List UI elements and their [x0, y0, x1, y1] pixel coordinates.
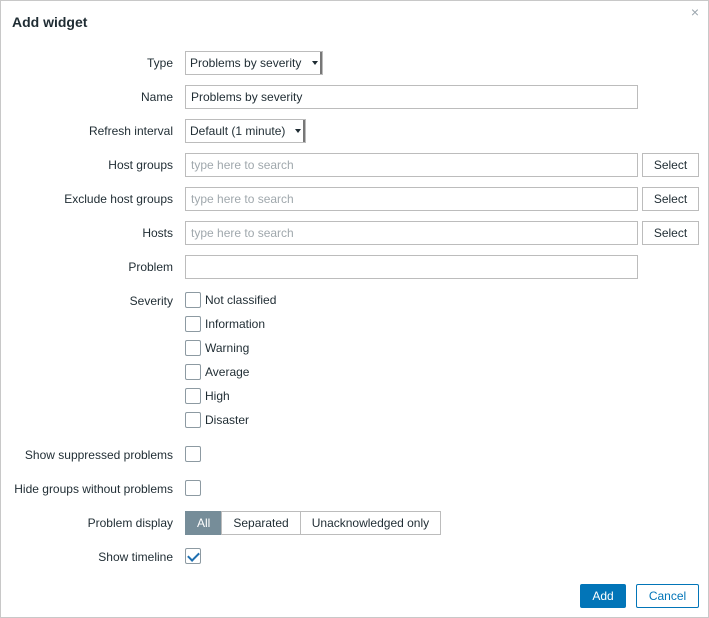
refresh-interval-value: Default (1 minute) — [190, 124, 286, 138]
severity-disaster-label: Disaster — [205, 413, 250, 427]
severity-warning-label: Warning — [205, 341, 250, 355]
problem-display-separated-option[interactable]: Separated — [221, 511, 301, 535]
severity-label: Severity — [129, 294, 173, 308]
type-select[interactable]: Problems by severity — [185, 51, 323, 75]
problem-display-unacknowledged-option[interactable]: Unacknowledged only — [299, 511, 442, 535]
severity-average-checkbox[interactable] — [185, 364, 201, 380]
show-timeline-label: Show timeline — [98, 550, 173, 564]
exclude-host-groups-label: Exclude host groups — [64, 192, 173, 206]
add-widget-dialog: Add widget × Type Problems by severity N… — [0, 0, 709, 618]
problem-display-label: Problem display — [87, 516, 173, 530]
severity-not-classified-checkbox[interactable] — [185, 292, 201, 308]
exclude-host-groups-input[interactable]: type here to search — [185, 187, 638, 211]
severity-disaster-checkbox[interactable] — [185, 412, 201, 428]
hosts-input[interactable]: type here to search — [185, 221, 638, 245]
dialog-title: Add widget — [12, 14, 88, 30]
exclude-host-groups-select-button[interactable]: Select — [642, 187, 699, 211]
refresh-interval-select[interactable]: Default (1 minute) — [185, 119, 306, 143]
hide-groups-label: Hide groups without problems — [14, 482, 173, 496]
severity-information-checkbox[interactable] — [185, 316, 201, 332]
host-groups-select-button[interactable]: Select — [642, 153, 699, 177]
chevron-down-icon — [308, 52, 322, 74]
hide-groups-checkbox[interactable] — [185, 480, 201, 496]
hosts-select-button[interactable]: Select — [642, 221, 699, 245]
show-suppressed-checkbox[interactable] — [185, 446, 201, 462]
host-groups-input[interactable]: type here to search — [185, 153, 638, 177]
show-suppressed-label: Show suppressed problems — [24, 448, 173, 462]
severity-average-label: Average — [205, 365, 250, 379]
severity-warning-checkbox[interactable] — [185, 340, 201, 356]
problem-display-all-option[interactable]: All — [185, 511, 223, 535]
close-icon[interactable]: × — [688, 5, 702, 19]
severity-high-label: High — [205, 389, 230, 403]
add-button[interactable]: Add — [580, 584, 626, 608]
problem-input[interactable] — [185, 255, 638, 279]
refresh-interval-label: Refresh interval — [88, 124, 173, 138]
host-groups-label: Host groups — [108, 158, 173, 172]
type-select-value: Problems by severity — [190, 56, 302, 70]
chevron-down-icon — [291, 120, 305, 142]
problem-label: Problem — [128, 260, 173, 274]
show-timeline-checkbox[interactable] — [185, 548, 201, 564]
severity-high-checkbox[interactable] — [185, 388, 201, 404]
severity-information-label: Information — [205, 317, 266, 331]
name-input[interactable]: Problems by severity — [185, 85, 638, 109]
type-label: Type — [146, 56, 173, 70]
hosts-label: Hosts — [142, 226, 173, 240]
cancel-button[interactable]: Cancel — [636, 584, 699, 608]
name-label: Name — [140, 90, 173, 104]
severity-not-classified-label: Not classified — [205, 293, 277, 307]
problem-display-radio-group: All Separated Unacknowledged only — [185, 511, 442, 535]
